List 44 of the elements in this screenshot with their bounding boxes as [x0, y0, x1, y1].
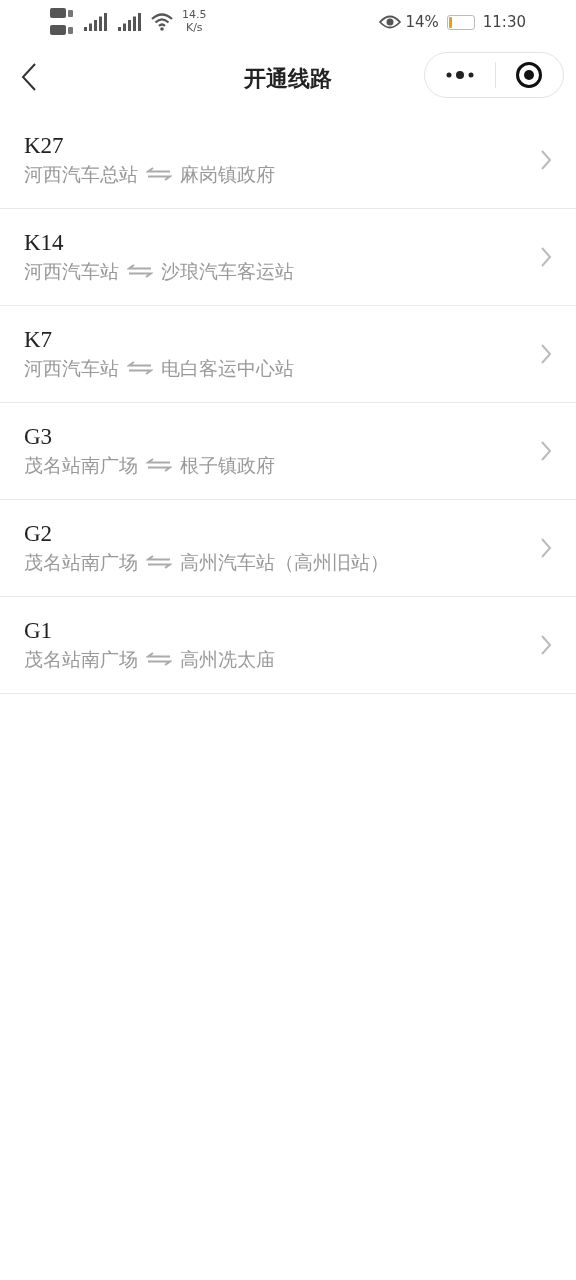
signal-icon — [82, 12, 108, 32]
station-name: 根子镇政府 — [180, 452, 275, 478]
chevron-icon — [540, 246, 552, 268]
battery-icon — [446, 14, 475, 30]
target-icon — [515, 61, 544, 89]
chevron-icon — [540, 440, 552, 462]
station-name: 河西汽车总站 — [24, 161, 138, 187]
station-name: 河西汽车站 — [24, 258, 119, 284]
route-row[interactable]: K14 河西汽车站 沙琅汽车客运站 — [0, 209, 576, 306]
route-row[interactable]: K7 河西汽车站 电白客运中心站 — [0, 306, 576, 403]
network-speed: K/s — [184, 22, 204, 35]
station-name: 沙琅汽车客运站 — [161, 258, 294, 284]
station-name: 河西汽车站 — [24, 355, 119, 381]
chevron-icon — [540, 343, 552, 365]
chevron-icon — [540, 537, 552, 559]
signal-icon — [116, 12, 142, 32]
station-name: 茂名站南广场 — [24, 549, 138, 575]
eye-icon — [379, 14, 402, 30]
route-code: K27 — [24, 131, 64, 160]
route-code: G2 — [24, 519, 53, 548]
route-row[interactable]: G1 茂名站南广场 高州冼太庙 — [0, 597, 576, 694]
wifi-icon — [150, 12, 174, 32]
back-icon — [20, 62, 38, 92]
clock: 11:30 — [482, 11, 526, 33]
station-name: 麻岗镇政府 — [180, 161, 275, 187]
station-name: 茂名站南广场 — [24, 646, 138, 672]
station-name: 茂名站南广场 — [24, 452, 138, 478]
station-name: 电白客运中心站 — [161, 355, 294, 381]
page-title: 开通线路 — [244, 64, 332, 93]
route-code: G1 — [24, 616, 53, 645]
sim-icon — [50, 6, 74, 38]
network-speed: 14.5 — [182, 9, 207, 22]
route-code: K14 — [24, 228, 64, 257]
station-name: 高州汽车站（高州旧站） — [180, 549, 389, 575]
route-row[interactable]: K27 河西汽车总站 麻岗镇政府 — [0, 112, 576, 209]
more-icon — [444, 70, 475, 80]
chevron-icon — [540, 149, 552, 171]
route-row[interactable]: G2 茂名站南广场 高州汽车站（高州旧站） — [0, 500, 576, 597]
station-name: 高州冼太庙 — [180, 646, 275, 672]
route-code: G3 — [24, 422, 53, 451]
route-row[interactable]: G3 茂名站南广场 根子镇政府 — [0, 403, 576, 500]
route-code: K7 — [24, 325, 53, 354]
battery-percent: 14% — [405, 11, 439, 33]
chevron-icon — [540, 634, 552, 656]
